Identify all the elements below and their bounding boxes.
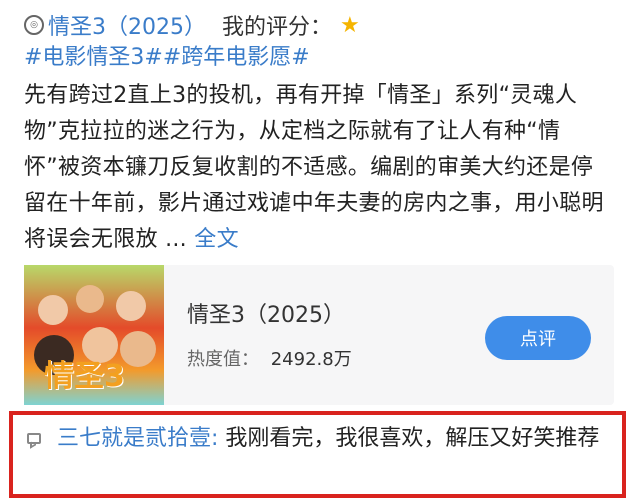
poster-title: 情圣3 xyxy=(44,359,125,394)
comment-username[interactable]: 三七就是贰拾壹: xyxy=(57,426,218,451)
heat-value: 2492.8万 xyxy=(270,349,352,370)
review-header: ◎ 情圣3（2025） 我的评分： ★ xyxy=(24,8,614,42)
heat-label: 热度值： xyxy=(187,349,259,370)
review-text: 先有跨过2直上3的投机，再有开掉「情圣」系列“灵魂人物”克拉拉的迷之行为，从定档… xyxy=(24,83,604,252)
highlighted-comment: 三七就是贰拾壹: 我刚看完，我很喜欢，解压又好笑推荐 xyxy=(9,411,626,498)
film-title-link[interactable]: 情圣3（2025） xyxy=(48,9,206,41)
rating-circle-icon: ◎ xyxy=(24,15,44,35)
comment-icon xyxy=(27,433,41,444)
poster-figure xyxy=(76,285,104,313)
review-button[interactable]: 点评 xyxy=(485,316,591,360)
movie-poster[interactable]: 情圣3 xyxy=(24,265,164,405)
comment-text: 三七就是贰拾壹: 我刚看完，我很喜欢，解压又好笑推荐 xyxy=(57,422,617,456)
hashtags-link[interactable]: #电影情圣3##跨年电影愿# xyxy=(24,42,310,74)
heat-info: 热度值： 2492.8万 xyxy=(187,345,352,371)
movie-title[interactable]: 情圣3（2025） xyxy=(187,297,345,329)
score-label: 我的评分： xyxy=(222,15,333,40)
full-text-link[interactable]: 全文 xyxy=(194,227,239,252)
comment-content: 我刚看完，我很喜欢，解压又好笑推荐 xyxy=(218,426,600,451)
poster-figure xyxy=(116,291,146,321)
review-body: 先有跨过2直上3的投机，再有开掉「情圣」系列“灵魂人物”克拉拉的迷之行为，从定档… xyxy=(24,78,614,258)
star-icon: ★ xyxy=(340,12,360,38)
poster-figure xyxy=(38,295,68,325)
movie-card[interactable]: 情圣3 情圣3（2025） 热度值： 2492.8万 点评 xyxy=(24,265,614,405)
poster-figure xyxy=(120,331,156,367)
